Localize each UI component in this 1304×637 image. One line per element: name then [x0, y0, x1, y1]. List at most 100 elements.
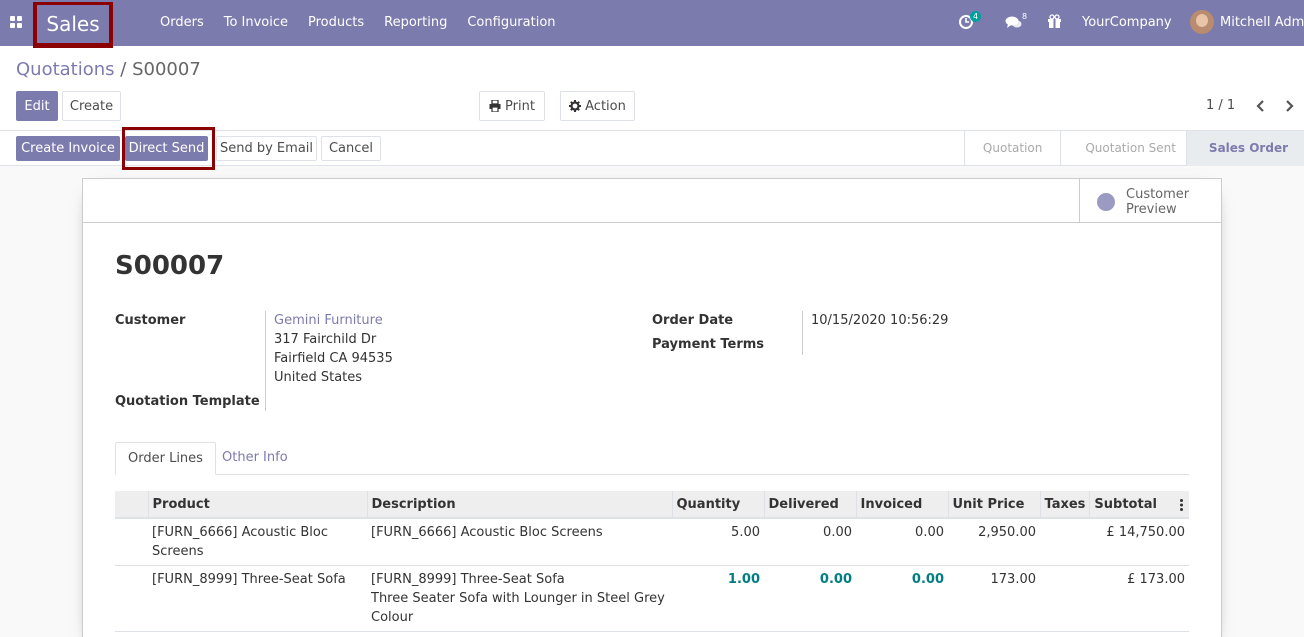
- row-handle-cell: [115, 518, 148, 566]
- cell-unit-price: 173.00: [948, 565, 1040, 632]
- user-avatar[interactable]: [1190, 10, 1214, 34]
- order-title: S00007: [115, 251, 225, 281]
- address-line-3: United States: [274, 370, 363, 385]
- cell-quantity: 1.00: [672, 565, 764, 632]
- menu-item-to-invoice[interactable]: To Invoice: [214, 0, 298, 46]
- col-product[interactable]: Product: [147, 491, 367, 519]
- table-row[interactable]: [FURN_6666] Acoustic Bloc Screens [FURN_6…: [115, 518, 1189, 566]
- description-line: [FURN_8999] Three-Seat Sofa: [371, 572, 565, 587]
- top-navbar: Sales Orders To Invoice Products Reporti…: [0, 0, 1304, 46]
- cell-description: [FURN_6666] Acoustic Bloc Screens: [367, 518, 672, 566]
- col-quantity[interactable]: Quantity: [671, 491, 764, 519]
- breadcrumb-separator: /: [120, 59, 127, 80]
- cell-taxes: [1040, 631, 1090, 637]
- column-options-icon[interactable]: [1180, 499, 1183, 511]
- globe-icon: [1097, 193, 1115, 211]
- messages-icon[interactable]: 8: [1005, 12, 1027, 31]
- customer-link[interactable]: Gemini Furniture: [274, 313, 383, 328]
- breadcrumb-current: S00007: [132, 59, 201, 80]
- print-label: Print: [505, 98, 535, 114]
- cancel-button[interactable]: Cancel: [321, 136, 381, 161]
- quotation-template-label: Quotation Template: [115, 394, 260, 409]
- tab-other-info[interactable]: Other Info: [210, 442, 300, 475]
- stage-quotation-sent[interactable]: Quotation Sent: [1060, 131, 1186, 166]
- chevron-left-icon[interactable]: [1254, 99, 1268, 113]
- col-subtotal-label: Subtotal: [1094, 496, 1157, 512]
- field-divider: [265, 311, 266, 411]
- table-row[interactable]: [FURN_8999] Three-Seat Sofa [FURN_8999] T…: [115, 565, 1189, 632]
- row-handle-cell: [115, 565, 148, 632]
- action-button[interactable]: Action: [560, 91, 635, 121]
- send-by-email-button[interactable]: Send by Email: [216, 136, 317, 161]
- breadcrumb-quotations[interactable]: Quotations: [16, 59, 115, 80]
- notebook-tabs: Order Lines Other Info: [115, 442, 1189, 475]
- cell-subtotal: £ 40.00: [1089, 631, 1189, 637]
- cell-delivered: 0.00: [764, 631, 856, 637]
- handle-column: [115, 491, 148, 519]
- cell-delivered: 0.00: [764, 518, 856, 566]
- stage-quotation[interactable]: Quotation: [963, 131, 1060, 166]
- field-divider: [802, 311, 803, 355]
- description-line: [FURN_6666] Acoustic Bloc Screens: [371, 525, 603, 540]
- menu-item-reporting[interactable]: Reporting: [374, 0, 457, 46]
- user-menu[interactable]: Mitchell Admin: [1220, 15, 1304, 30]
- create-invoice-button[interactable]: Create Invoice: [16, 136, 120, 161]
- order-date-value: 10/15/2020 10:56:29: [811, 313, 949, 328]
- cell-product: [FURN_6666] Acoustic Bloc Screens: [148, 518, 367, 566]
- cell-taxes: [1040, 565, 1090, 632]
- col-taxes[interactable]: Taxes: [1039, 491, 1090, 519]
- control-panel: Quotations / S00007 Edit Create Print Ac…: [0, 46, 1304, 131]
- gift-icon[interactable]: [1047, 14, 1062, 29]
- stage-bar: Quotation Quotation Sent Sales Order: [963, 131, 1304, 166]
- chevron-right-icon[interactable]: [1282, 99, 1296, 113]
- print-button[interactable]: Print: [479, 91, 545, 121]
- cell-quantity: 5.00: [672, 518, 764, 566]
- order-lines-body: [FURN_6666] Acoustic Bloc Screens [FURN_6…: [115, 518, 1189, 637]
- customer-preview-line2: Preview: [1126, 202, 1177, 217]
- sales-brand-highlight-box: [33, 2, 113, 48]
- apps-grid-icon[interactable]: [10, 16, 23, 29]
- order-lines-table: Product Description Quantity Delivered I…: [115, 491, 1189, 637]
- cell-description: [FURN_8999] Three-Seat Sofa Three Seater …: [367, 565, 672, 632]
- message-count: 8: [1022, 12, 1028, 21]
- customer-label: Customer: [115, 313, 186, 328]
- company-switcher[interactable]: YourCompany: [1082, 15, 1172, 30]
- table-row[interactable]: [FURN_8888] Office Lamp[FURN_8888] Offic…: [115, 631, 1189, 637]
- description-line: Three Seater Sofa with Lounger in Steel …: [371, 591, 665, 606]
- col-unit-price[interactable]: Unit Price: [947, 491, 1040, 519]
- cell-product: [FURN_8888] Office Lamp: [148, 631, 367, 637]
- cell-delivered: 0.00: [764, 565, 856, 632]
- cell-invoiced: 0.00: [856, 565, 948, 632]
- direct-send-highlight-box: [122, 127, 215, 170]
- edit-button[interactable]: Edit: [16, 91, 58, 121]
- col-invoiced[interactable]: Invoiced: [855, 491, 948, 519]
- cell-invoiced: 0.00: [856, 631, 948, 637]
- cell-invoiced: 0.00: [856, 518, 948, 566]
- activity-count-badge: 4: [970, 11, 982, 22]
- customer-preview-button[interactable]: Customer Preview: [1079, 179, 1221, 223]
- form-sheet: Customer Preview S00007 Customer Gemini …: [82, 178, 1222, 637]
- menu-item-orders[interactable]: Orders: [150, 0, 214, 46]
- col-description[interactable]: Description: [366, 491, 672, 519]
- col-delivered[interactable]: Delivered: [763, 491, 856, 519]
- col-subtotal[interactable]: Subtotal: [1089, 491, 1189, 519]
- print-icon: [489, 100, 501, 112]
- action-label: Action: [585, 98, 626, 114]
- tab-order-lines[interactable]: Order Lines: [115, 442, 216, 475]
- customer-preview-line1: Customer: [1126, 187, 1190, 202]
- cell-subtotal: £ 14,750.00: [1089, 518, 1189, 566]
- description-line: Colour: [371, 610, 414, 625]
- activity-clock-icon[interactable]: 4: [958, 11, 982, 30]
- menu-item-configuration[interactable]: Configuration: [457, 0, 565, 46]
- cell-taxes: [1040, 518, 1090, 566]
- address-line-1: 317 Fairchild Dr: [274, 332, 377, 347]
- cell-description: [FURN_8888] Office Lamp: [367, 631, 672, 637]
- address-line-2: Fairfield CA 94535: [274, 351, 393, 366]
- menu-item-products[interactable]: Products: [298, 0, 374, 46]
- order-date-label: Order Date: [652, 313, 734, 328]
- cell-product: [FURN_8999] Three-Seat Sofa: [148, 565, 367, 632]
- breadcrumb: Quotations / S00007: [16, 59, 201, 80]
- create-button[interactable]: Create: [62, 91, 121, 121]
- pager-value[interactable]: 1 / 1: [1206, 98, 1235, 113]
- sheet-button-box: Customer Preview: [83, 179, 1221, 223]
